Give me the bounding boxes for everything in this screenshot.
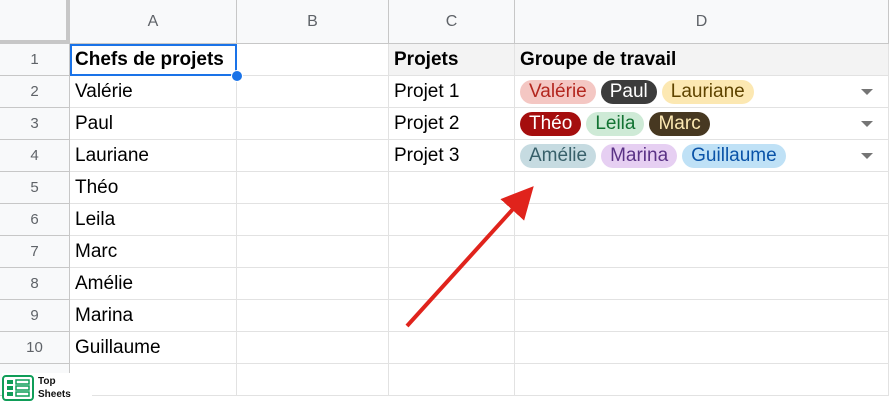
- project-name: Projet 3: [394, 144, 460, 166]
- chef-name: Marc: [75, 240, 118, 262]
- cell[interactable]: [237, 236, 389, 268]
- person-chip[interactable]: Paul: [600, 79, 657, 104]
- cell[interactable]: [515, 172, 889, 204]
- column-header-c[interactable]: C: [389, 0, 515, 44]
- cell[interactable]: Marc: [70, 236, 237, 268]
- cell[interactable]: [70, 364, 237, 396]
- cell[interactable]: Amélie Marina Guillaume: [515, 140, 889, 172]
- cell[interactable]: [389, 300, 515, 332]
- cell[interactable]: Projet 1: [389, 76, 515, 108]
- cell[interactable]: Théo: [70, 172, 237, 204]
- chef-name: Leila: [75, 208, 116, 230]
- cell[interactable]: Projet 2: [389, 108, 515, 140]
- project-name: Projet 1: [394, 80, 460, 102]
- row-header[interactable]: 6: [0, 204, 70, 236]
- cell[interactable]: [515, 268, 889, 300]
- person-chip[interactable]: Guillaume: [682, 143, 786, 168]
- cell[interactable]: [237, 76, 389, 108]
- cell[interactable]: [237, 300, 389, 332]
- cell[interactable]: [389, 332, 515, 364]
- chef-name: Marina: [75, 304, 134, 326]
- cell[interactable]: Valérie Paul Lauriane: [515, 76, 889, 108]
- cell[interactable]: Théo Leila Marc: [515, 108, 889, 140]
- spreadsheet: A B C D 1 Chefs de projets Projets Groupe de tr…: [0, 0, 889, 403]
- cell[interactable]: [515, 236, 889, 268]
- row-header[interactable]: 4: [0, 140, 70, 172]
- cell[interactable]: [237, 332, 389, 364]
- row-header[interactable]: 5: [0, 172, 70, 204]
- column-header-b[interactable]: B: [237, 0, 389, 44]
- chef-name: Guillaume: [75, 336, 161, 358]
- top-sheets-logo: Top Sheets: [2, 373, 92, 403]
- header-groupe: Groupe de travail: [520, 48, 677, 70]
- header-projets: Projets: [394, 48, 459, 70]
- cell[interactable]: [515, 364, 889, 396]
- cell[interactable]: Leila: [70, 204, 237, 236]
- cell[interactable]: [389, 236, 515, 268]
- fill-handle[interactable]: [231, 70, 243, 82]
- cell[interactable]: Paul: [70, 108, 237, 140]
- cell[interactable]: [515, 300, 889, 332]
- cell[interactable]: Projet 3: [389, 140, 515, 172]
- cell[interactable]: [389, 268, 515, 300]
- cell[interactable]: [237, 172, 389, 204]
- cell[interactable]: Valérie: [70, 76, 237, 108]
- cell[interactable]: [237, 108, 389, 140]
- cell[interactable]: Amélie: [70, 268, 237, 300]
- cell[interactable]: [237, 140, 389, 172]
- cell[interactable]: Projets: [389, 44, 515, 76]
- cell[interactable]: [515, 204, 889, 236]
- row-header[interactable]: 1: [0, 44, 70, 76]
- cell[interactable]: [389, 172, 515, 204]
- cell[interactable]: [237, 44, 389, 76]
- person-chip[interactable]: Amélie: [520, 143, 597, 168]
- person-chip[interactable]: Leila: [586, 111, 645, 136]
- cell[interactable]: [389, 364, 515, 396]
- dropdown-arrow-icon[interactable]: [861, 89, 873, 95]
- column-header-a[interactable]: A: [70, 0, 237, 44]
- cell[interactable]: [237, 268, 389, 300]
- chef-name: Amélie: [75, 272, 134, 294]
- row-header[interactable]: 3: [0, 108, 70, 140]
- column-header-d[interactable]: D: [515, 0, 889, 44]
- cell[interactable]: [237, 204, 389, 236]
- cell[interactable]: Guillaume: [70, 332, 237, 364]
- row-header[interactable]: 9: [0, 300, 70, 332]
- spreadsheet-logo-icon: [2, 375, 34, 401]
- cell[interactable]: Marina: [70, 300, 237, 332]
- project-name: Projet 2: [394, 112, 460, 134]
- logo-line2: Sheets: [38, 389, 71, 400]
- person-chip[interactable]: Valérie: [520, 79, 596, 104]
- chef-name: Lauriane: [75, 144, 149, 166]
- person-chip[interactable]: Théo: [520, 111, 582, 136]
- select-all-corner[interactable]: [0, 0, 70, 44]
- chef-name: Valérie: [75, 80, 133, 102]
- dropdown-arrow-icon[interactable]: [861, 121, 873, 127]
- row-header[interactable]: 10: [0, 332, 70, 364]
- header-chefs: Chefs de projets: [75, 48, 224, 70]
- cell[interactable]: [389, 204, 515, 236]
- cell[interactable]: Groupe de travail: [515, 44, 889, 76]
- person-chip[interactable]: Lauriane: [661, 79, 754, 104]
- row-header[interactable]: 7: [0, 236, 70, 268]
- cell[interactable]: Lauriane: [70, 140, 237, 172]
- person-chip[interactable]: Marina: [601, 143, 678, 168]
- cell[interactable]: Chefs de projets: [70, 44, 237, 76]
- row-header[interactable]: 8: [0, 268, 70, 300]
- person-chip[interactable]: Marc: [649, 111, 710, 136]
- cell[interactable]: [237, 364, 389, 396]
- dropdown-arrow-icon[interactable]: [861, 153, 873, 159]
- chef-name: Paul: [75, 112, 114, 134]
- cell[interactable]: [515, 332, 889, 364]
- row-header[interactable]: 2: [0, 76, 70, 108]
- logo-line1: Top: [38, 376, 56, 387]
- chef-name: Théo: [75, 176, 119, 198]
